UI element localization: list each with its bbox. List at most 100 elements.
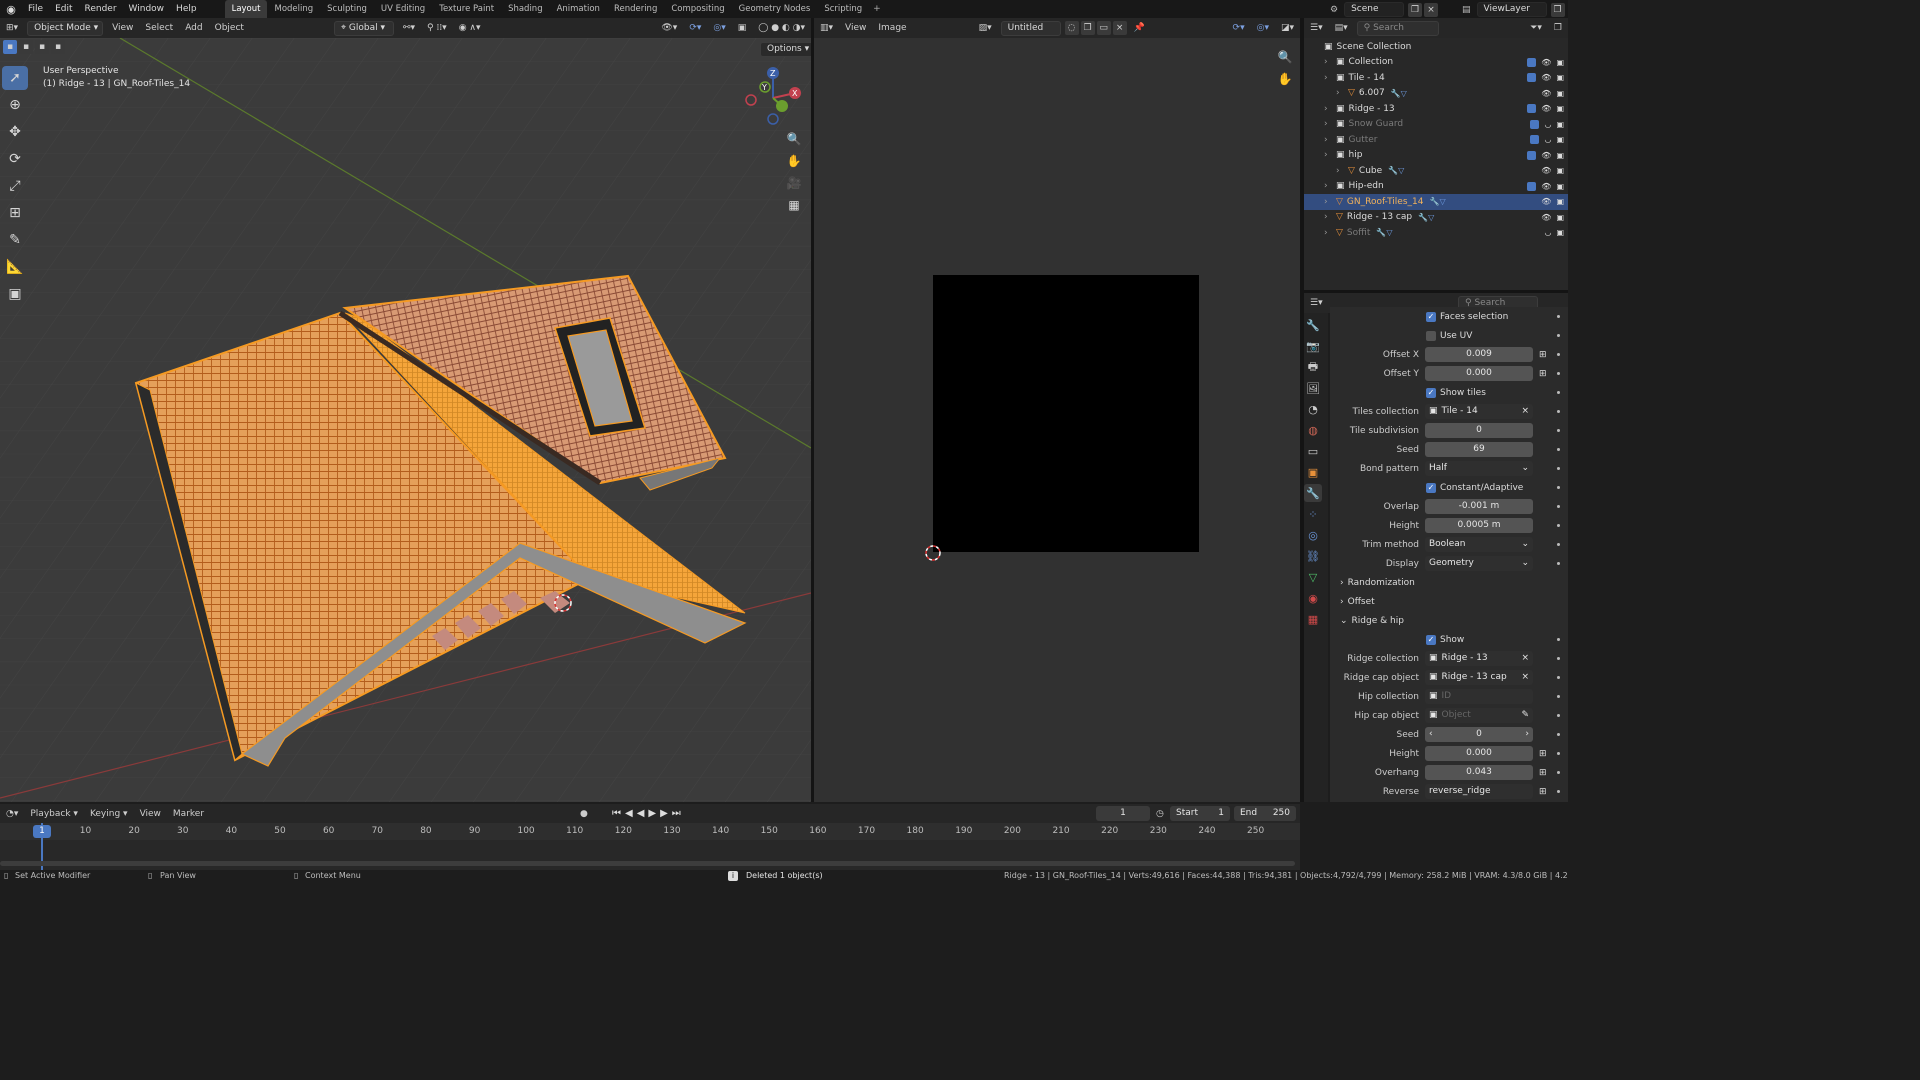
viewport-menu-object[interactable]: Object — [209, 18, 250, 38]
options-dropdown[interactable]: Options ▾ — [760, 42, 811, 57]
scene-name[interactable]: Scene — [1344, 2, 1405, 17]
panel-offset[interactable]: › Offset — [1330, 592, 1568, 611]
checkbox[interactable]: ✓ — [1426, 387, 1436, 398]
animate-property-dot[interactable] — [1557, 714, 1560, 717]
unlink-image-icon[interactable]: × — [1112, 21, 1127, 35]
select-new-icon[interactable]: ▪ — [3, 40, 17, 54]
tab-uv-editing[interactable]: UV Editing — [374, 0, 432, 18]
number-field[interactable]: -0.001 m — [1425, 499, 1533, 514]
end-frame-field[interactable]: End 250 — [1234, 806, 1296, 821]
animate-property-dot[interactable] — [1557, 790, 1560, 793]
outliner-row[interactable]: › ▽ Soffit 🔧▽ ◡ ▣ — [1304, 225, 1568, 241]
clear-icon[interactable]: × — [1521, 651, 1529, 666]
annotate-tool-icon[interactable]: ✎ — [2, 228, 28, 252]
eye-icon[interactable]: ◡ — [1544, 135, 1551, 144]
modifier-tab-icon[interactable]: 🔧 — [1304, 484, 1322, 502]
camera-icon[interactable]: ▣ — [1556, 213, 1564, 222]
pan-hand-icon[interactable]: ✋ — [783, 150, 805, 172]
animate-property-dot[interactable] — [1557, 676, 1560, 679]
current-frame-field[interactable]: 1 — [1096, 806, 1150, 821]
eye-icon[interactable]: 👁 — [1541, 73, 1551, 82]
select-extend-icon[interactable]: ▪ — [19, 40, 33, 54]
tab-modeling[interactable]: Modeling — [267, 0, 320, 18]
tab-texture-paint[interactable]: Texture Paint — [432, 0, 501, 18]
tab-compositing[interactable]: Compositing — [664, 0, 731, 18]
outliner-row[interactable]: › ▣ Tile - 14 👁 ▣ — [1304, 70, 1568, 86]
new-collection-icon[interactable]: ❐ — [1548, 18, 1568, 38]
tab-layout[interactable]: Layout — [224, 0, 268, 18]
navigation-gizmo[interactable]: Z Y X — [738, 63, 808, 133]
eye-icon[interactable]: 👁 — [1541, 58, 1551, 67]
expand-arrow-icon[interactable]: › — [1324, 197, 1333, 207]
outliner-row[interactable]: › ▣ Gutter ◡ ▣ — [1304, 132, 1568, 148]
data-tab-icon[interactable]: ▽ — [1304, 568, 1322, 586]
texture-tab-icon[interactable]: ▦ — [1304, 610, 1322, 628]
outliner-row[interactable]: › ▽ Cube 🔧▽ 👁 ▣ — [1304, 163, 1568, 179]
exclude-checkbox[interactable] — [1527, 104, 1537, 114]
add-attribute-icon[interactable]: ⊞ — [1539, 369, 1549, 379]
rotate-tool-icon[interactable]: ⟳ — [2, 147, 28, 171]
scale-tool-icon[interactable]: ⤢ — [2, 174, 28, 198]
scene-tab-icon[interactable]: ◔ — [1304, 400, 1322, 418]
select-dropdown[interactable]: Geometry ⌄ — [1425, 556, 1533, 571]
constraints-tab-icon[interactable]: ⛓ — [1304, 547, 1322, 565]
tab-shading[interactable]: Shading — [501, 0, 550, 18]
animate-property-dot[interactable] — [1557, 657, 1560, 660]
add-workspace-icon[interactable]: + — [873, 4, 881, 14]
cursor-tool-icon[interactable]: ⊕ — [2, 93, 28, 117]
menu-window[interactable]: Window — [123, 0, 171, 18]
expand-arrow-icon[interactable]: › — [1324, 228, 1333, 238]
tab-animation[interactable]: Animation — [550, 0, 607, 18]
world-tab-icon[interactable]: ◍ — [1304, 421, 1322, 439]
timeline-ruler[interactable]: 10 20 30 40 50 60 70 80 90 100 110 120 130 140 150 160 1… — [0, 823, 1300, 840]
text-field[interactable]: reverse_ridge — [1425, 784, 1533, 799]
eye-icon[interactable]: ◡ — [1544, 228, 1551, 237]
object-field[interactable]: ▣ Object ✎ — [1425, 708, 1533, 723]
orientation-dropdown[interactable]: ⌖ Global ▾ — [333, 20, 394, 36]
camera-icon[interactable]: ▣ — [1556, 228, 1564, 237]
display-channels-icon[interactable]: ◪▾ — [1275, 18, 1300, 38]
timeline-menu-keying[interactable]: Keying ▾ — [84, 804, 134, 824]
tab-sculpting[interactable]: Sculpting — [320, 0, 374, 18]
animate-property-dot[interactable] — [1557, 771, 1560, 774]
menu-file[interactable]: File — [22, 0, 49, 18]
image-menu-image[interactable]: Image — [872, 18, 912, 38]
eye-icon[interactable]: 👁 — [1541, 89, 1551, 98]
expand-arrow-icon[interactable]: › — [1336, 88, 1345, 98]
expand-arrow-icon[interactable]: › — [1336, 166, 1345, 176]
number-field[interactable]: 0.009 — [1425, 347, 1533, 362]
image-pan-icon[interactable]: ✋ — [1274, 68, 1296, 90]
animate-property-dot[interactable] — [1557, 524, 1560, 527]
select-dropdown[interactable]: Boolean ⌄ — [1425, 537, 1533, 552]
outliner-row[interactable]: › ▽ GN_Roof-Tiles_14 🔧▽ 👁 ▣ — [1304, 194, 1568, 210]
filter-icon[interactable]: ⏷▾ — [1524, 18, 1548, 38]
number-field[interactable]: 69 — [1425, 442, 1533, 457]
transform-tool-icon[interactable]: ⊞ — [2, 201, 28, 225]
timeline-menu-playback[interactable]: Playback ▾ — [24, 804, 84, 824]
number-field[interactable]: 0.0005 m — [1425, 518, 1533, 533]
timeline-type-icon[interactable]: ◔▾ — [0, 804, 24, 824]
checkbox[interactable] — [1426, 330, 1436, 341]
editor-type-icon[interactable]: ⊞▾ — [0, 18, 24, 38]
expand-arrow-icon[interactable]: › — [1324, 135, 1333, 145]
animate-property-dot[interactable] — [1557, 467, 1560, 470]
playhead-frame-label[interactable]: 1 — [33, 825, 51, 838]
proportional-edit-icon[interactable]: ◉ ∧▾ — [453, 18, 487, 38]
gizmo-toggle-icon[interactable]: ⟳▾ — [683, 18, 707, 38]
object-tab-icon[interactable]: ▣ — [1304, 463, 1322, 481]
checkbox[interactable]: ✓ — [1426, 634, 1436, 645]
clock-icon[interactable]: ◷ — [1156, 809, 1164, 819]
animate-property-dot[interactable] — [1557, 334, 1560, 337]
animate-property-dot[interactable] — [1557, 638, 1560, 641]
pivot-icon[interactable]: ⚯▾ — [397, 18, 421, 38]
expand-arrow-icon[interactable]: › — [1324, 212, 1333, 222]
animate-property-dot[interactable] — [1557, 543, 1560, 546]
expand-arrow-icon[interactable]: › — [1324, 150, 1333, 160]
select-invert-icon[interactable]: ▪ — [51, 40, 65, 54]
animate-property-dot[interactable] — [1557, 505, 1560, 508]
add-attribute-icon[interactable]: ⊞ — [1539, 350, 1549, 360]
2d-cursor-icon[interactable] — [923, 543, 943, 563]
viewport-menu-select[interactable]: Select — [139, 18, 179, 38]
outliner-row[interactable]: › ▣ hip 👁 ▣ — [1304, 148, 1568, 164]
eye-icon[interactable]: 👁 — [1541, 104, 1551, 113]
